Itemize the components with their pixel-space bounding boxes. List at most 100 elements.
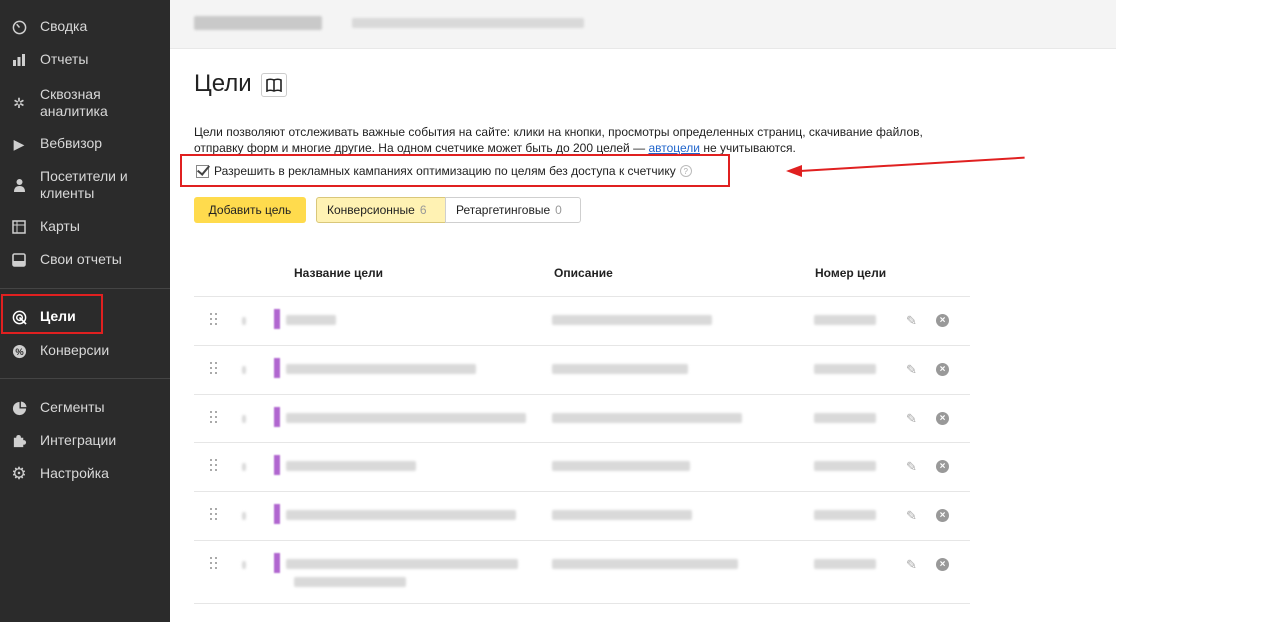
column-header-number: Номер цели	[815, 266, 887, 280]
annotation-arrow-head	[786, 165, 802, 177]
help-book-button[interactable]	[261, 73, 287, 97]
inbox-icon	[10, 251, 28, 269]
sidebar-item-webvisor[interactable]: ▶ Вебвизор	[0, 135, 170, 153]
question-icon[interactable]: ?	[679, 165, 692, 177]
sidebar-item-segments[interactable]: Сегменты	[0, 399, 170, 417]
add-goal-button[interactable]: Добавить цель	[194, 197, 306, 223]
puzzle-icon	[10, 432, 28, 450]
svg-text:%: %	[15, 346, 24, 356]
edit-icon[interactable]: ✎	[906, 411, 917, 427]
optimization-label: Разрешить в рекламных кампаниях оптимиза…	[214, 164, 676, 178]
sidebar-divider	[0, 378, 170, 379]
goal-description-blurred	[552, 315, 712, 325]
goal-number-blurred	[814, 510, 876, 520]
optimization-option[interactable]: Разрешить в рекламных кампаниях оптимиза…	[196, 164, 692, 178]
autogoals-link[interactable]: автоцели	[648, 141, 700, 155]
goal-number-blurred	[814, 315, 876, 325]
drag-handle-icon[interactable]	[210, 313, 220, 327]
goal-number-blurred	[814, 413, 876, 423]
drag-handle-icon[interactable]	[210, 557, 220, 571]
top-bar	[170, 0, 1116, 49]
goals-description: Цели позволяют отслеживать важные событи…	[194, 124, 974, 156]
annotation-arrow	[799, 156, 1025, 172]
drag-handle-icon[interactable]	[210, 459, 220, 473]
table-row[interactable]: ✎ ×	[194, 442, 970, 491]
blurred-cell	[242, 463, 246, 471]
edit-icon[interactable]: ✎	[906, 557, 917, 573]
goal-name-blurred	[286, 413, 526, 423]
sidebar-item-custom-reports[interactable]: Свои отчеты	[0, 251, 170, 269]
table-row[interactable]: ✎ ×	[194, 345, 970, 394]
table-row[interactable]: ✎ ×	[194, 491, 970, 540]
snowflake-icon: ✲	[13, 95, 25, 111]
edit-icon[interactable]: ✎	[906, 508, 917, 524]
delete-icon[interactable]: ×	[936, 314, 949, 327]
sidebar-item-label: Вебвизор	[40, 135, 103, 151]
table-row[interactable]: ✎ ×	[194, 540, 970, 604]
tab-retargeting[interactable]: Ретаргетинговые 0	[445, 197, 581, 223]
sidebar-item-settings[interactable]: ⚙ Настройка	[0, 465, 170, 483]
play-icon: ▶	[13, 136, 25, 152]
goal-name-blurred	[286, 364, 476, 374]
goal-name-blurred	[286, 461, 416, 471]
goal-type-marker	[274, 455, 280, 475]
drag-handle-icon[interactable]	[210, 362, 220, 376]
sidebar-highlight-box	[1, 294, 103, 334]
gauge-icon	[10, 18, 28, 36]
sidebar-item-reports[interactable]: Отчеты	[0, 51, 170, 69]
drag-handle-icon[interactable]	[210, 508, 220, 522]
tab-label: Ретаргетинговые	[456, 203, 551, 217]
pie-icon	[10, 399, 28, 417]
sidebar-item-label: Карты	[40, 218, 80, 234]
sidebar-item-conversions[interactable]: % Конверсии	[0, 342, 170, 360]
table-row[interactable]: ✎ ×	[194, 394, 970, 443]
delete-icon[interactable]: ×	[936, 412, 949, 425]
table-row[interactable]: ✎ ×	[194, 296, 970, 345]
goal-type-marker	[274, 309, 280, 329]
table-bottom-border	[194, 603, 970, 604]
optimization-checkbox[interactable]	[196, 164, 209, 178]
sidebar-item-label: Отчеты	[40, 51, 89, 67]
sidebar-item-label: Конверсии	[40, 342, 110, 358]
column-header-description: Описание	[554, 266, 613, 280]
tab-count: 6	[419, 203, 427, 217]
sidebar-item-label: Интеграции	[40, 432, 117, 448]
sidebar-item-summary[interactable]: Сводка	[0, 18, 170, 36]
tab-count: 0	[555, 203, 562, 217]
delete-icon[interactable]: ×	[936, 558, 949, 571]
sidebar-item-label: Посетители и клиенты	[40, 168, 128, 201]
goal-description-blurred	[552, 559, 738, 569]
delete-icon[interactable]: ×	[936, 363, 949, 376]
tab-conversion[interactable]: Конверсионные 6	[316, 197, 446, 223]
goal-name-blurred	[286, 315, 336, 325]
tab-label: Конверсионные	[327, 203, 415, 217]
goal-description-blurred	[552, 413, 742, 423]
goal-number-blurred	[814, 364, 876, 374]
counter-url-blurred	[352, 18, 584, 28]
goal-name-blurred	[286, 510, 516, 520]
sidebar-item-label: Свои отчеты	[40, 251, 122, 267]
description-text-1: Цели позволяют отслеживать важные событи…	[194, 125, 923, 155]
sidebar-item-analytics[interactable]: ✲ Сквозная аналитика	[0, 86, 170, 120]
delete-icon[interactable]: ×	[936, 509, 949, 522]
edit-icon[interactable]: ✎	[906, 313, 917, 329]
drag-handle-icon[interactable]	[210, 411, 220, 425]
goal-type-marker	[274, 553, 280, 573]
sidebar-item-integrations[interactable]: Интеграции	[0, 432, 170, 450]
delete-icon[interactable]: ×	[936, 460, 949, 473]
edit-icon[interactable]: ✎	[906, 459, 917, 475]
sidebar-item-maps[interactable]: Карты	[0, 218, 170, 236]
blurred-cell	[242, 415, 246, 423]
description-text-2: не учитываются.	[699, 141, 796, 155]
goal-name-blurred	[294, 577, 406, 587]
sidebar-item-label: Сегменты	[40, 399, 105, 415]
edit-icon[interactable]: ✎	[906, 362, 917, 378]
goal-type-marker	[274, 504, 280, 524]
sidebar-item-label: Настройка	[40, 465, 109, 481]
goal-number-blurred	[814, 461, 876, 471]
blurred-cell	[242, 561, 246, 569]
percent-icon: %	[10, 342, 28, 360]
sidebar-item-visitors[interactable]: Посетители и клиенты	[0, 168, 170, 202]
goal-type-marker	[274, 358, 280, 378]
column-header-name: Название цели	[294, 266, 384, 280]
